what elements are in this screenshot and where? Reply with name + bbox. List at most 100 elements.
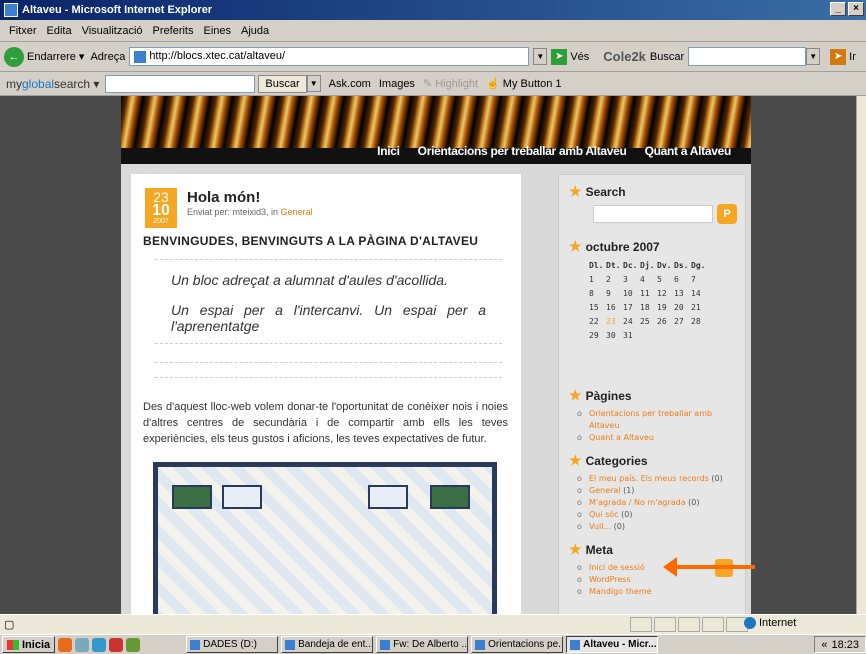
cal-day: 7: [691, 275, 696, 284]
page-link[interactable]: Orientacions per treballar amb Altaveu: [577, 408, 739, 432]
task-dades[interactable]: DADES (D:): [186, 636, 279, 653]
my-button-1[interactable]: ☝ My Button 1: [486, 77, 561, 90]
cal-day: 1: [589, 275, 594, 284]
cal-day: 28: [691, 317, 701, 326]
category-count: (0): [613, 522, 625, 531]
post-title[interactable]: Hola món!: [187, 189, 260, 206]
category-link[interactable]: Qui sóc: [589, 510, 619, 519]
minimize-button[interactable]: _: [830, 2, 846, 16]
post-category-link[interactable]: General: [281, 207, 313, 217]
menu-eines[interactable]: Eines: [204, 25, 232, 37]
category-item[interactable]: M'agrada / No m'agrada (0): [577, 497, 739, 509]
task-altaveu[interactable]: Altaveu - Micr...: [566, 636, 659, 653]
calendar-header: Dl. Dt. Dc. Dj. Dv. Ds. Dg.: [589, 259, 739, 273]
task-orientacions[interactable]: Orientacions pe...: [471, 636, 564, 653]
category-count: (1): [623, 486, 635, 495]
tray-chevron-icon[interactable]: «: [821, 639, 827, 651]
address-bar: Adreça http://blocs.xtec.cat/altaveu/ ▼: [90, 47, 548, 66]
ie-quicklaunch-icon[interactable]: [92, 637, 107, 652]
meta-link-theme[interactable]: Mandigo theme: [577, 586, 739, 598]
pages-list: Orientacions per treballar amb Altaveu Q…: [577, 408, 739, 444]
task-label: DADES (D:): [203, 639, 258, 650]
cal-day: 27: [674, 317, 684, 326]
menu-preferits[interactable]: Preferits: [153, 25, 194, 37]
category-item[interactable]: Qui sóc (0): [577, 509, 739, 521]
nav-inici[interactable]: Inici: [377, 144, 400, 158]
cole2k-dropdown-button[interactable]: ▼: [806, 48, 821, 65]
nav-orientacions[interactable]: Orientacions per treballar amb Altaveu: [418, 144, 627, 158]
post-body: Des d'aquest lloc-web volem donar-te l'o…: [143, 401, 508, 445]
ask-button[interactable]: Ask.com: [329, 78, 371, 90]
category-link[interactable]: El meu país. Els meus records: [589, 474, 709, 483]
annotation-arrow: [663, 557, 755, 577]
blog-header: Inici Orientacions per treballar amb Alt…: [121, 96, 751, 164]
cole2k-search-label[interactable]: Buscar: [650, 51, 684, 63]
buscar-dropdown-button[interactable]: ▼: [306, 75, 321, 92]
cal-day: 18: [640, 303, 650, 312]
cal-day-linked[interactable]: 23: [606, 315, 623, 329]
search-toolbar: myglobalsearch ▾ Buscar ▼ Ask.com Images…: [0, 72, 866, 96]
meta-widget-title: ★ Meta: [569, 541, 739, 558]
address-label: Adreça: [90, 50, 126, 63]
firefox-icon[interactable]: [58, 637, 73, 652]
nav-quant-a[interactable]: Quant a Altaveu: [645, 144, 732, 158]
cal-day: 9: [606, 289, 611, 298]
sidebar-search-button[interactable]: P: [717, 204, 737, 224]
category-link[interactable]: M'agrada / No m'agrada: [589, 498, 686, 507]
navigation-toolbar: ← Endarrere ▾ Adreça http://blocs.xtec.c…: [0, 42, 866, 72]
status-cells: [630, 617, 748, 632]
vertical-scrollbar[interactable]: [856, 96, 866, 614]
menu-visualitzacio[interactable]: Visualització: [82, 25, 143, 37]
myglobalsearch-input[interactable]: [105, 74, 256, 93]
page-status-icon: ▢: [4, 619, 15, 631]
flame-banner: [121, 96, 751, 148]
myglobalsearch-logo[interactable]: myglobalsearch ▾: [6, 77, 99, 91]
category-item[interactable]: El meu país. Els meus records (0): [577, 473, 739, 485]
address-input[interactable]: http://blocs.xtec.cat/altaveu/: [129, 47, 530, 66]
search-title: Search: [585, 184, 626, 199]
brand-mid: global: [22, 76, 55, 91]
cole2k-search-input[interactable]: [688, 47, 807, 66]
cal-day: 8: [589, 289, 594, 298]
calendar-widget-title: ★ octubre 2007: [569, 238, 739, 255]
media-icon[interactable]: [109, 637, 124, 652]
cal-head: Dj.: [640, 261, 655, 270]
browser-viewport: Inici Orientacions per treballar amb Alt…: [0, 96, 856, 614]
category-item[interactable]: Vull... (0): [577, 521, 739, 533]
quote-line-1: Un bloc adreçat a alumnat d'aules d'acol…: [171, 272, 448, 288]
category-link[interactable]: General: [589, 486, 621, 495]
images-button[interactable]: Images: [379, 78, 415, 90]
close-button[interactable]: ×: [848, 2, 864, 16]
calendar-week: 22 23 24 25 26 27 28: [589, 315, 739, 329]
category-count: (0): [621, 510, 633, 519]
chevron-down-icon[interactable]: ▾: [79, 50, 85, 63]
page-link[interactable]: Quant a Altaveu: [577, 432, 739, 444]
menu-edita[interactable]: Edita: [47, 25, 72, 37]
address-dropdown-button[interactable]: ▼: [533, 48, 548, 65]
post-heading: BENVINGUDES, BENVINGUTS A LA PÀGINA D'AL…: [143, 234, 479, 248]
go-button[interactable]: ➤ Vés: [551, 48, 589, 65]
task-bandeja[interactable]: Bandeja de ent...: [281, 636, 374, 653]
cal-day: 31: [623, 331, 633, 340]
page-icon: [134, 50, 147, 63]
ie-icon: [4, 3, 18, 17]
star-icon: ★: [569, 541, 582, 557]
task-fw[interactable]: Fw: De Alberto ...: [376, 636, 469, 653]
sidebar-search-input[interactable]: [593, 205, 713, 223]
cal-day: 15: [589, 303, 599, 312]
quicklaunch-icon[interactable]: [75, 637, 90, 652]
category-link[interactable]: Vull...: [589, 522, 611, 531]
menu-ajuda[interactable]: Ajuda: [241, 25, 269, 37]
cole2k-logo: Cole2k: [603, 49, 646, 64]
category-item[interactable]: General (1): [577, 485, 739, 497]
post-meta: Enviat per: mteixid3, in General: [187, 207, 313, 217]
ir-button[interactable]: ➤ Ir: [830, 48, 856, 65]
start-button[interactable]: Inicia: [2, 636, 56, 653]
highlight-button[interactable]: ✎ Highlight: [423, 77, 478, 90]
buscar-button[interactable]: Buscar: [258, 74, 307, 93]
cal-head: Ds.: [674, 261, 689, 270]
back-button[interactable]: ← Endarrere ▾: [4, 46, 85, 67]
app-icon[interactable]: [126, 637, 141, 652]
cal-head: Dt.: [606, 261, 621, 270]
menu-fitxer[interactable]: Fitxer: [9, 25, 37, 37]
